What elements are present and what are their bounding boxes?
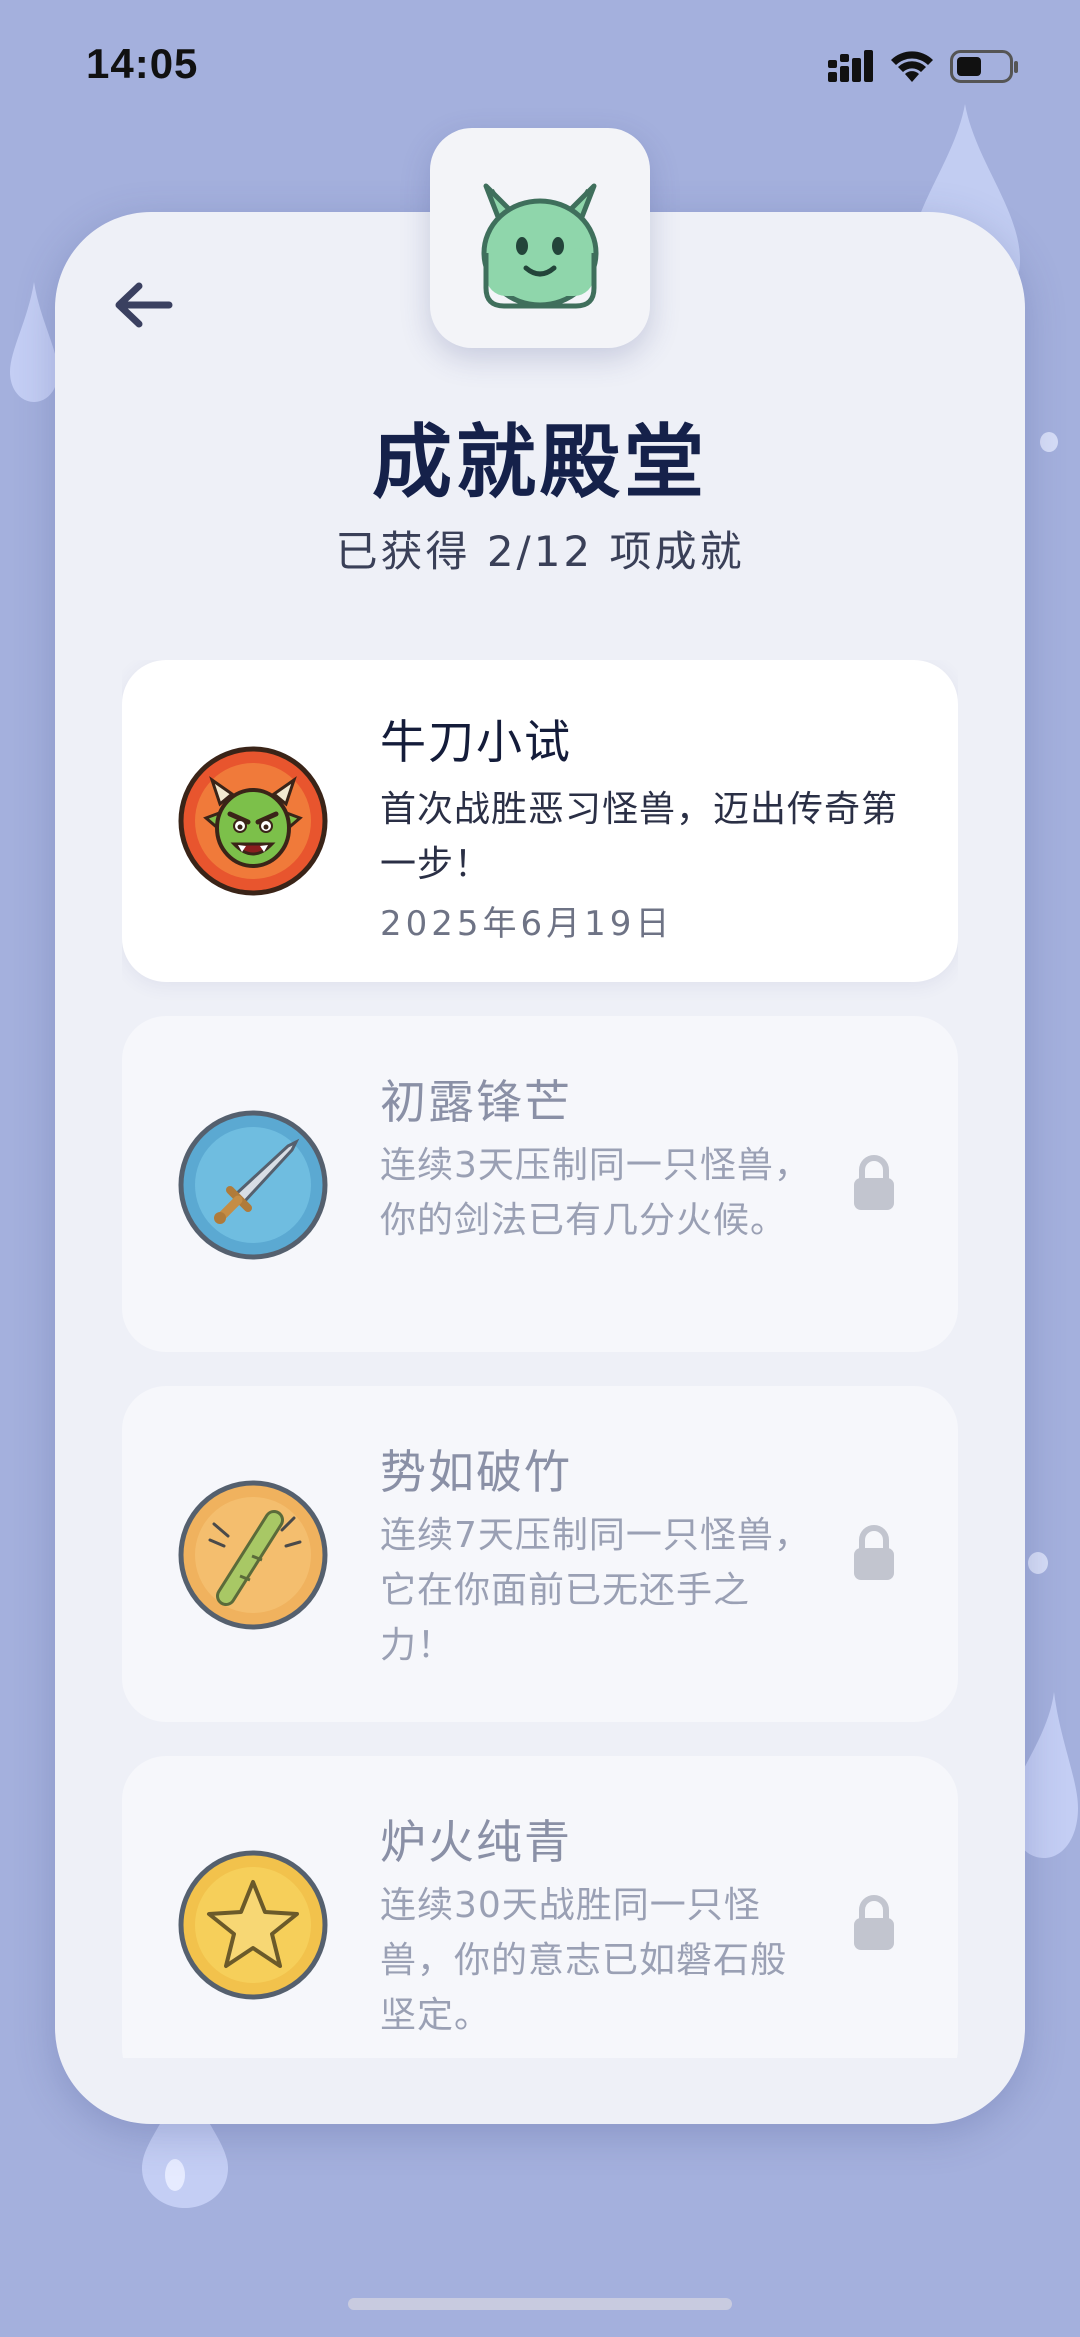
home-indicator[interactable] (348, 2298, 732, 2310)
star-badge-icon (178, 1850, 328, 2000)
achievement-description: 首次战胜恶习怪兽，迈出传奇第一步！ (380, 789, 899, 885)
mascot-logo (430, 128, 650, 348)
achievement-card[interactable]: 初露锋芒 连续3天压制同一只怪兽，你的剑法已有几分火候。 (122, 1016, 958, 1352)
achievement-card[interactable]: 牛刀小试 首次战胜恶习怪兽，迈出传奇第一步！ 2025年6月19日 (122, 660, 958, 982)
lock-icon (854, 1895, 894, 1950)
achievement-title: 牛刀小试 (380, 715, 572, 769)
status-icons (828, 48, 1028, 88)
achievement-date: 2025年6月19日 (380, 904, 674, 944)
wifi-icon (891, 51, 933, 82)
lock-icon (854, 1155, 894, 1210)
arrow-left-icon (115, 282, 173, 328)
achievement-description: 连续7天压制同一只怪兽，它在你面前已无还手之力！ (380, 1515, 811, 1666)
monster-badge-icon (178, 746, 328, 896)
status-bar: 14:05 (0, 0, 1080, 130)
lock-icon (854, 1525, 894, 1580)
page-title: 成就殿堂 (372, 416, 708, 509)
green-monster-mascot-icon (481, 183, 599, 309)
cellular-signal-icon (828, 50, 873, 82)
achievement-card[interactable]: 势如破竹 连续7天压制同一只怪兽，它在你面前已无还手之力！ (122, 1386, 958, 1722)
bubble-decoration (1028, 1552, 1048, 1574)
sword-badge-icon (178, 1110, 328, 1260)
back-button[interactable] (108, 270, 178, 340)
achievement-title: 炉火纯青 (380, 1815, 572, 1869)
status-time: 14:05 (86, 40, 199, 87)
achievement-title: 势如破竹 (380, 1445, 572, 1499)
achievement-list[interactable]: 牛刀小试 首次战胜恶习怪兽，迈出传奇第一步！ 2025年6月19日 初露锋芒 连… (122, 660, 958, 2058)
bamboo-badge-icon (178, 1480, 328, 1630)
water-drop-decoration (10, 282, 58, 402)
achievement-title: 初露锋芒 (380, 1075, 572, 1129)
achievement-card[interactable]: 炉火纯青 连续30天战胜同一只怪兽，你的意志已如磐石般坚定。 (122, 1756, 958, 2058)
achievement-description: 连续30天战胜同一只怪兽，你的意志已如磐石般坚定。 (380, 1885, 788, 2036)
achievement-description: 连续3天压制同一只怪兽，你的剑法已有几分火候。 (380, 1145, 811, 1241)
battery-icon (950, 50, 1018, 83)
achievement-count-subtitle: 已获得 2/12 项成就 (335, 527, 745, 576)
